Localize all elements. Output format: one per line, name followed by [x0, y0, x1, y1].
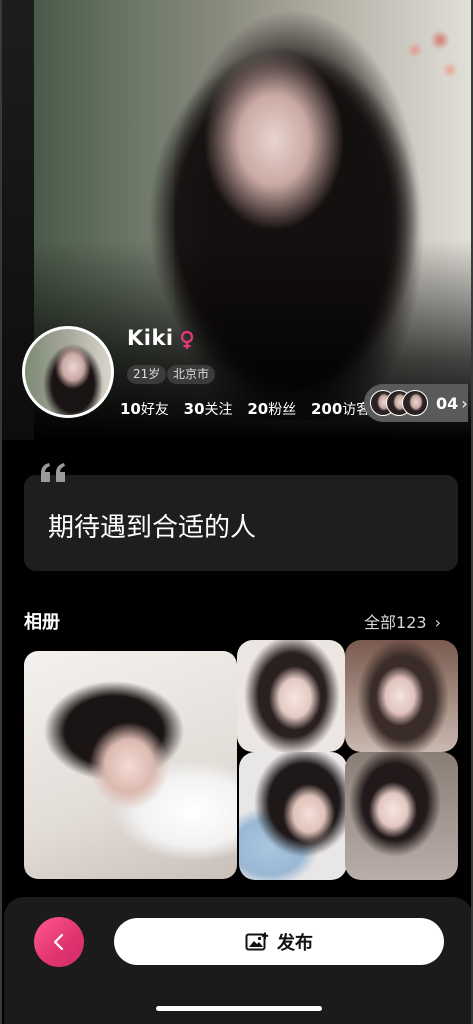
stat-visitors[interactable]: 200访客: [311, 399, 370, 419]
stat-following-value: 30: [183, 400, 205, 418]
home-indicator: [156, 1006, 322, 1011]
profile-name: Kiki: [127, 326, 174, 350]
city-badge: 北京市: [167, 365, 216, 384]
chevron-right-icon: ›: [461, 393, 468, 413]
album-photo[interactable]: [345, 752, 458, 880]
stat-visitors-value: 200: [310, 400, 343, 418]
image-add-icon: [245, 932, 269, 950]
album-view-all-label: 全部123: [364, 613, 427, 632]
visitors-button[interactable]: 04 ›: [364, 384, 468, 422]
visitor-count: 04: [436, 393, 459, 413]
stat-friends[interactable]: 10好友: [120, 399, 169, 419]
publish-label: 发布: [277, 932, 313, 954]
stat-friends-value: 10: [120, 400, 141, 418]
album-view-all[interactable]: 全部123 ›: [364, 609, 441, 633]
cover-photo-flowers: [395, 10, 465, 90]
album-photo[interactable]: [345, 640, 458, 752]
album-title: 相册: [24, 612, 60, 633]
album-photo[interactable]: [237, 640, 345, 752]
age-badge: 21岁: [127, 365, 167, 384]
stat-followers-value: 20: [247, 400, 269, 418]
visitor-avatar: [402, 390, 428, 416]
back-button[interactable]: [34, 917, 84, 967]
stat-following[interactable]: 30关注: [184, 399, 233, 419]
stat-following-label: 关注: [204, 402, 233, 418]
publish-button[interactable]: 发布: [114, 918, 444, 965]
chevron-left-icon: [53, 933, 64, 951]
profile-screen: Kiki 21岁 北京市 10好友 30关注 20粉丝 200访客 04 › 期…: [0, 0, 473, 1024]
female-icon: [180, 330, 194, 349]
stat-followers-label: 粉丝: [268, 402, 297, 418]
bio-text: 期待遇到合适的人: [48, 513, 257, 543]
quote-icon: [41, 463, 65, 482]
profile-stats: 10好友 30关注 20粉丝 200访客: [120, 399, 380, 419]
album-photo[interactable]: [239, 752, 347, 880]
avatar[interactable]: [22, 326, 114, 418]
album-photo[interactable]: [24, 651, 237, 879]
stat-followers[interactable]: 20粉丝: [247, 399, 296, 419]
stat-friends-label: 好友: [140, 402, 169, 418]
chevron-right-icon: ›: [434, 613, 441, 632]
